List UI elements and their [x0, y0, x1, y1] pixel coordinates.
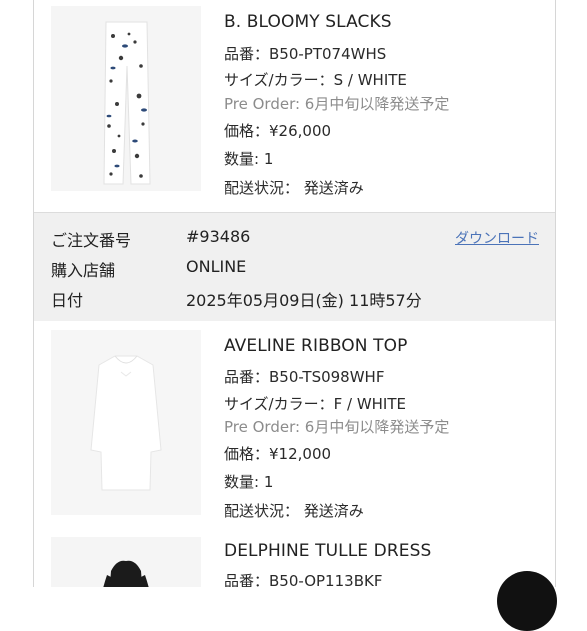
shipping-status: 配送状況： 発送済み [224, 179, 364, 197]
order-number-value: #93486 [186, 227, 251, 246]
product-name[interactable]: DELPHINE TULLE DRESS [224, 541, 431, 561]
order-item-card[interactable]: AVELINE RIBBON TOP 品番：B50-TS098WHF サイズ/カ… [34, 321, 555, 533]
order-date-label: 日付 [51, 291, 84, 310]
order-date-value: 2025年05月09日(金) 11時57分 [186, 291, 422, 310]
product-size-color: サイズ/カラー：S / WHITE [224, 71, 407, 89]
product-name[interactable]: B. BLOOMY SLACKS [224, 12, 392, 32]
order-summary: ご注文番号 #93486 ダウンロード 購入店舗 ONLINE 日付 2025年… [34, 212, 555, 322]
order-item-card[interactable]: DELPHINE TULLE DRESS 品番：B50-OP113BKF [34, 533, 555, 587]
product-quantity: 数量: 1 [224, 473, 274, 491]
download-link[interactable]: ダウンロード [455, 228, 539, 248]
store-value: ONLINE [186, 257, 247, 276]
pre-order-note: Pre Order: 6月中旬以降発送予定 [224, 418, 450, 436]
order-history-panel: B. BLOOMY SLACKS 品番：B50-PT074WHS サイズ/カラー… [33, 0, 556, 587]
product-image-dress[interactable] [51, 537, 201, 587]
product-size-color: サイズ/カラー：F / WHITE [224, 395, 406, 413]
shipping-status: 配送状況： 発送済み [224, 502, 364, 520]
product-sku: 品番：B50-OP113BKF [224, 572, 383, 587]
product-quantity: 数量: 1 [224, 150, 274, 168]
product-image-slacks[interactable] [51, 6, 201, 191]
order-number-label: ご注文番号 [51, 231, 132, 250]
store-label: 購入店舗 [51, 261, 116, 280]
product-image-top[interactable] [51, 330, 201, 515]
order-item-card[interactable]: B. BLOOMY SLACKS 品番：B50-PT074WHS サイズ/カラー… [34, 0, 555, 212]
product-name[interactable]: AVELINE RIBBON TOP [224, 336, 407, 356]
pre-order-note: Pre Order: 6月中旬以降発送予定 [224, 95, 450, 113]
product-sku: 品番：B50-PT074WHS [224, 45, 387, 63]
product-sku: 品番：B50-TS098WHF [224, 368, 385, 386]
product-price: 価格：¥26,000 [224, 122, 332, 140]
chat-bubble-icon[interactable] [497, 571, 557, 631]
product-price: 価格：¥12,000 [224, 445, 332, 463]
